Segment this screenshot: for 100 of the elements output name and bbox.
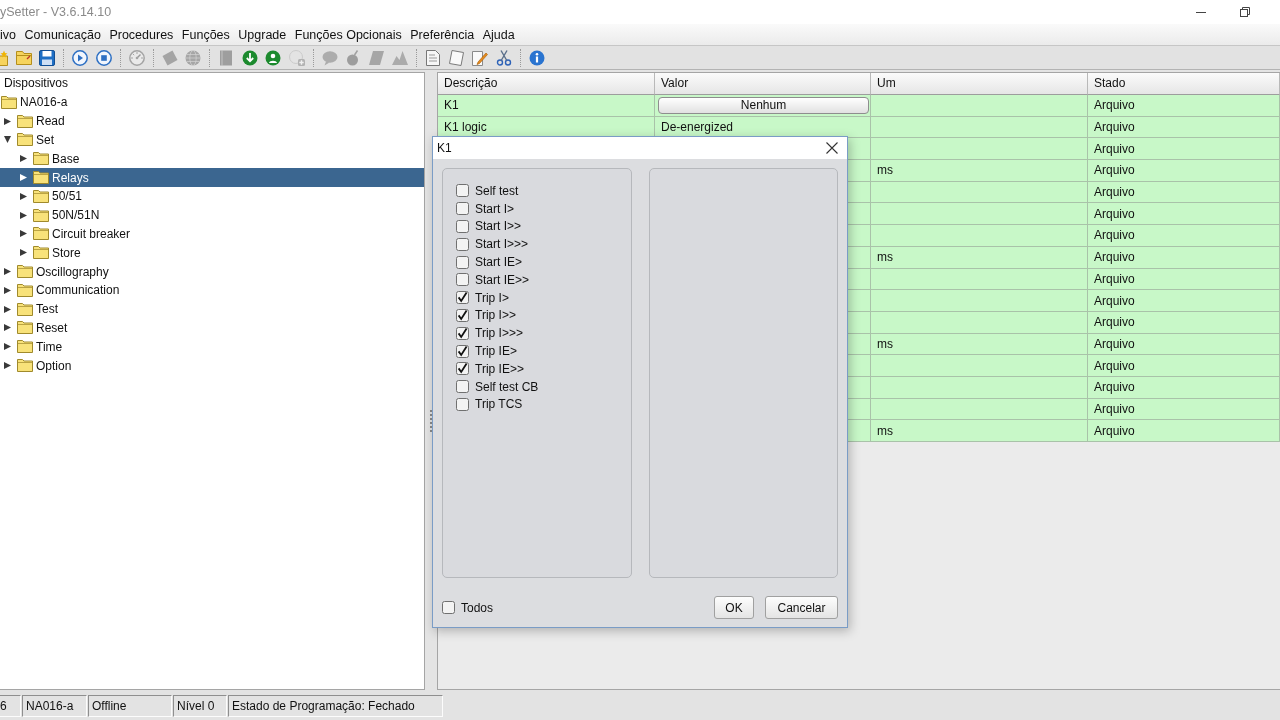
tree-item[interactable]: Base: [20, 149, 80, 169]
expander-icon[interactable]: [4, 324, 11, 332]
checkbox-label[interactable]: Trip I>>: [475, 308, 516, 323]
checkbox-label[interactable]: Self test CB: [475, 379, 539, 394]
page-icon[interactable]: [448, 49, 465, 66]
menu-item[interactable]: Procedures: [105, 26, 178, 43]
folder-icon[interactable]: [0, 49, 8, 66]
expander-icon[interactable]: [20, 230, 27, 238]
tree-item[interactable]: Set: [4, 130, 54, 150]
checkbox[interactable]: [456, 397, 469, 411]
play-icon[interactable]: [72, 49, 88, 66]
checkbox-label[interactable]: Start I>>: [475, 219, 522, 234]
stop-icon[interactable]: [95, 49, 112, 66]
column-header[interactable]: Valor: [655, 73, 871, 95]
info-icon[interactable]: [528, 49, 545, 66]
checkbox-label[interactable]: Todos: [461, 600, 494, 615]
table-cell: Arquivo: [1094, 206, 1135, 221]
checkbox[interactable]: [456, 326, 469, 340]
tree-item[interactable]: Communication: [4, 280, 120, 300]
tree-item[interactable]: 50/51: [20, 187, 83, 206]
tree-item[interactable]: Read: [4, 111, 65, 131]
expander-icon[interactable]: [20, 192, 27, 200]
expander-icon[interactable]: [20, 174, 27, 182]
table-cell: K1 logic: [444, 120, 487, 135]
checkbox-label[interactable]: Trip TCS: [475, 397, 523, 412]
checkbox[interactable]: [456, 362, 469, 376]
column-header[interactable]: Stado: [1088, 73, 1280, 95]
checkbox-label[interactable]: Start I>: [475, 201, 515, 216]
folder-icon: [17, 302, 33, 316]
download-icon[interactable]: [241, 49, 258, 66]
minimize-icon[interactable]: [1196, 11, 1206, 13]
tree-item[interactable]: NA016-a: [1, 93, 68, 112]
checkbox[interactable]: [442, 601, 455, 614]
expander-icon[interactable]: [20, 249, 27, 257]
column-header[interactable]: Um: [871, 73, 1088, 95]
menu-item[interactable]: Funções Opcionais: [290, 26, 406, 43]
status-cell: NA016-a: [22, 695, 87, 717]
menu-item[interactable]: Funções: [177, 26, 234, 43]
document-icon[interactable]: [425, 49, 441, 66]
folder-icon[interactable]: [15, 49, 32, 66]
checkbox[interactable]: [456, 380, 469, 394]
menu-item[interactable]: Preferência: [406, 26, 479, 43]
checkbox-label[interactable]: Trip I>>>: [475, 326, 523, 341]
menu-item[interactable]: ivo: [0, 26, 20, 43]
checkbox-label[interactable]: Trip IE>: [475, 344, 517, 359]
tree-item[interactable]: Time: [4, 337, 63, 357]
expander-icon[interactable]: [4, 343, 11, 351]
save-icon[interactable]: [39, 49, 55, 66]
value-button[interactable]: Nenhum: [658, 96, 869, 114]
folder-icon: [17, 340, 33, 354]
expander-icon[interactable]: [20, 211, 27, 219]
checkbox-label[interactable]: Trip IE>>: [475, 361, 524, 376]
tree-item[interactable]: Oscillography: [4, 262, 109, 281]
person-icon[interactable]: [265, 49, 281, 66]
checkbox-label[interactable]: Start IE>>: [475, 272, 530, 287]
checkbox-label[interactable]: Start IE>: [475, 255, 523, 270]
expander-icon[interactable]: [20, 155, 27, 163]
expander-icon[interactable]: [4, 362, 11, 370]
status-cell: 6: [0, 695, 21, 717]
tree-item[interactable]: 50N/51N: [20, 205, 100, 225]
checkbox[interactable]: [456, 255, 469, 269]
checkbox-label[interactable]: Self test: [475, 183, 519, 198]
tree-item[interactable]: Store: [20, 243, 81, 263]
tree-item[interactable]: Test: [4, 299, 58, 319]
folder-icon: [33, 152, 49, 166]
tree-item[interactable]: Relays: [0, 168, 424, 187]
checkbox-label[interactable]: Trip I>: [475, 290, 509, 305]
tree-item[interactable]: Reset: [4, 318, 68, 338]
close-icon[interactable]: [826, 142, 838, 154]
menu-item[interactable]: Ajuda: [478, 26, 519, 43]
edit-icon[interactable]: [472, 49, 488, 66]
expander-icon[interactable]: [4, 286, 11, 294]
tree-item[interactable]: Option: [4, 356, 72, 375]
expander-icon[interactable]: [4, 305, 11, 313]
checkbox[interactable]: [456, 184, 469, 198]
menu-item[interactable]: Upgrade: [234, 26, 291, 43]
checkbox[interactable]: [456, 308, 469, 322]
splitter-handle[interactable]: [429, 410, 433, 432]
scissors-icon[interactable]: [495, 49, 512, 66]
tree-item[interactable]: Circuit breaker: [20, 224, 131, 244]
checkbox-label[interactable]: Start I>>>: [475, 237, 529, 252]
expander-icon[interactable]: [4, 268, 11, 276]
ok-button[interactable]: OK: [714, 596, 754, 619]
expander-icon[interactable]: [4, 117, 11, 125]
checkbox[interactable]: [456, 220, 469, 233]
expander-icon[interactable]: [4, 136, 11, 144]
checkbox[interactable]: [456, 291, 469, 305]
table-cell: Arquivo: [1094, 250, 1135, 265]
checkbox[interactable]: [456, 273, 469, 287]
checkbox[interactable]: [456, 344, 469, 358]
cancel-button[interactable]: Cancelar: [765, 596, 838, 619]
menu-item[interactable]: Comunicação: [20, 26, 105, 43]
column-header[interactable]: Descrição: [438, 73, 655, 95]
folder-icon: [1, 95, 17, 109]
checkbox[interactable]: [456, 202, 469, 216]
dialog-title: K1: [437, 141, 452, 155]
restore-icon[interactable]: [1240, 7, 1250, 17]
table-cell: Arquivo: [1094, 380, 1135, 395]
checkbox[interactable]: [456, 237, 469, 251]
folder-icon: [33, 189, 49, 203]
